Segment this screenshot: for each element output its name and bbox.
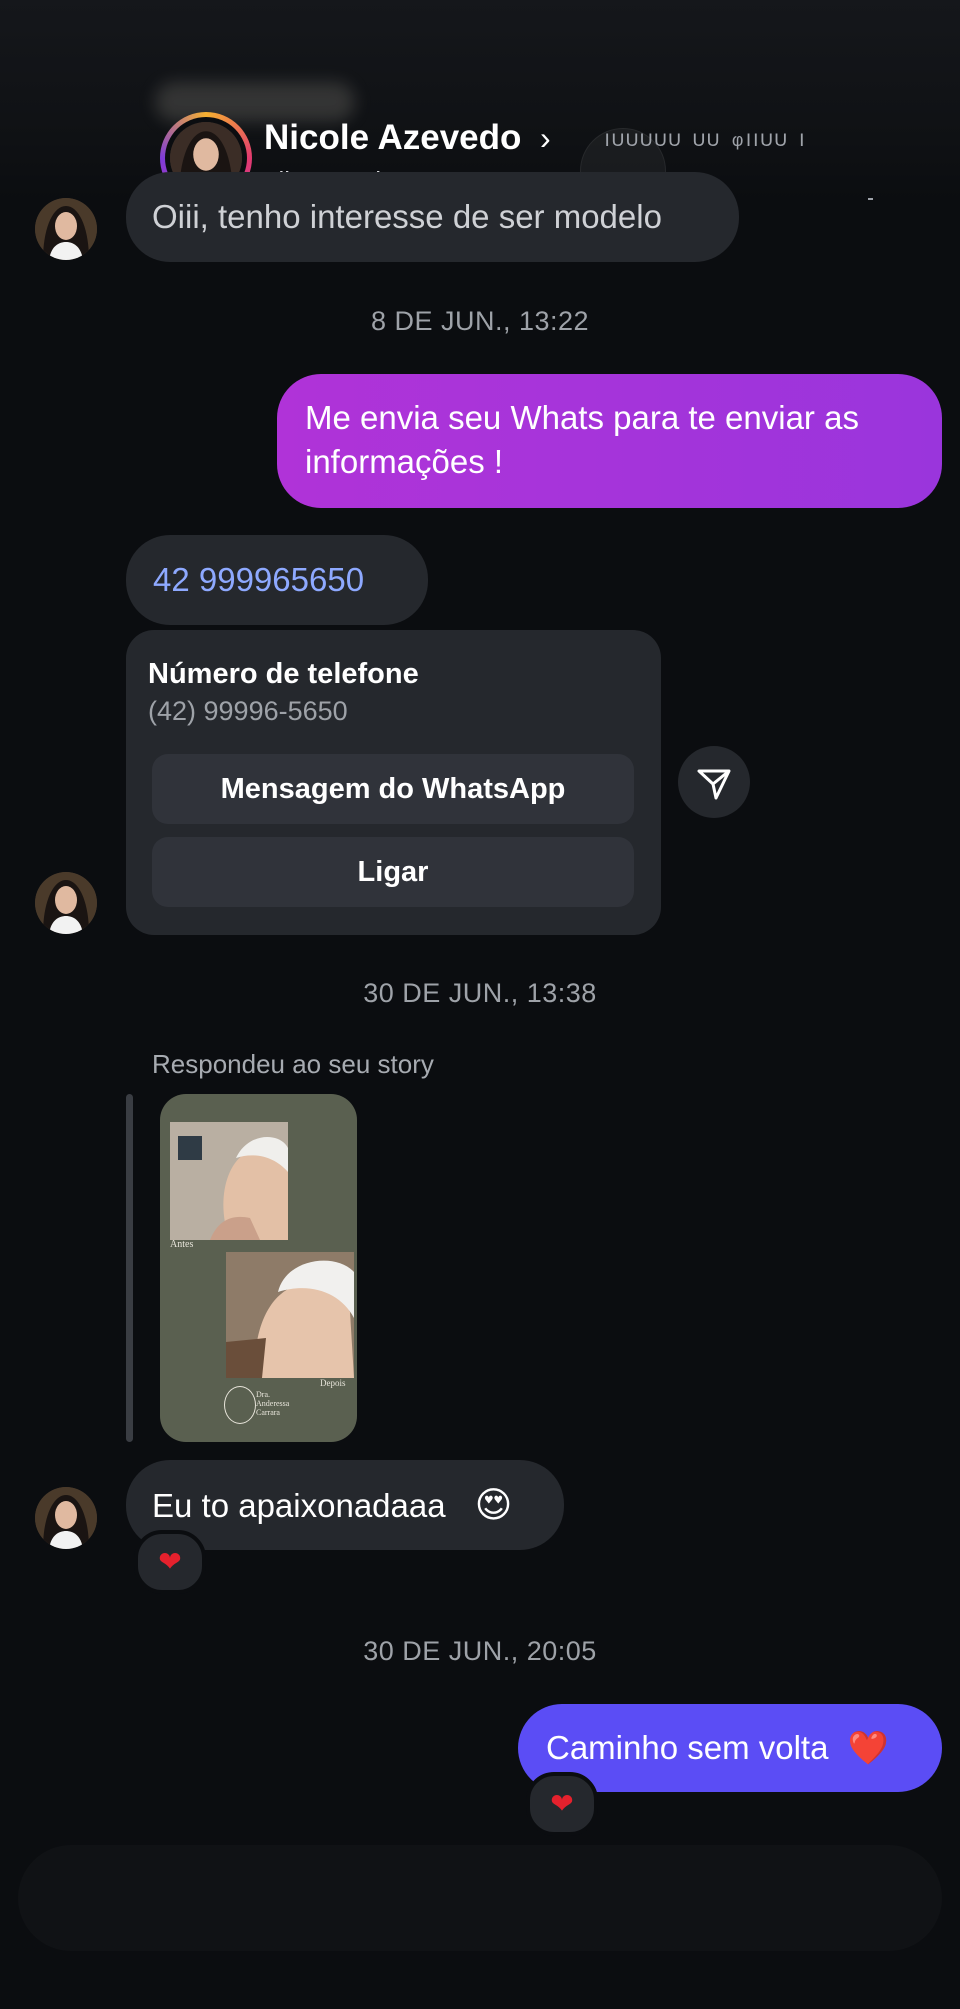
story-brand-logo bbox=[224, 1386, 256, 1424]
phone-number-card: Número de telefone (42) 99996-5650 Mensa… bbox=[126, 630, 661, 935]
story-brand-text: Dra. Anderessa Carrara bbox=[256, 1390, 290, 1417]
paper-plane-icon bbox=[697, 769, 731, 800]
heart-emoji: ❤️ bbox=[847, 1729, 889, 1766]
message-text: Eu to apaixonadaaa bbox=[152, 1487, 446, 1524]
timestamp: 30 DE JUN., 20:05 bbox=[363, 1636, 597, 1666]
story-photo-after bbox=[226, 1252, 354, 1378]
reply-indicator-bar bbox=[126, 1094, 133, 1442]
heart-icon: ❤ bbox=[158, 1546, 182, 1577]
story-label-before: Antes bbox=[170, 1239, 194, 1250]
message-bubble-outgoing[interactable]: Me envia seu Whats para te enviar as inf… bbox=[277, 374, 942, 508]
message-text: Oiii, tenho interesse de ser modelo bbox=[152, 198, 662, 235]
message-text-line: Me envia seu Whats para te enviar as bbox=[305, 399, 859, 436]
card-phone-number: (42) 99996-5650 bbox=[148, 696, 348, 726]
message-composer[interactable] bbox=[18, 1845, 942, 1951]
story-thumbnail[interactable]: Antes Depois Dra. Anderessa Carrara bbox=[160, 1094, 357, 1442]
story-photo-before bbox=[170, 1122, 288, 1240]
avatar[interactable] bbox=[35, 872, 97, 934]
phone-number-bubble[interactable]: 42 999965650 bbox=[126, 535, 428, 625]
avatar[interactable] bbox=[35, 198, 97, 260]
timestamp: 30 DE JUN., 13:38 bbox=[363, 978, 597, 1008]
header-background bbox=[0, 0, 960, 200]
avatar[interactable] bbox=[35, 1487, 97, 1549]
heart-icon: ❤ bbox=[550, 1788, 574, 1819]
call-button[interactable]: Ligar bbox=[152, 837, 634, 907]
card-title: Número de telefone bbox=[148, 658, 419, 690]
message-text-line: informações ! bbox=[305, 443, 504, 480]
chevron-right-icon[interactable]: › bbox=[540, 120, 551, 157]
message-text: Caminho sem volta bbox=[546, 1729, 829, 1766]
header-indicator bbox=[868, 198, 873, 200]
message-reaction[interactable]: ❤ bbox=[526, 1772, 598, 1836]
share-button[interactable] bbox=[678, 746, 750, 818]
whatsapp-message-button[interactable]: Mensagem do WhatsApp bbox=[152, 754, 634, 824]
obscured-header-text: ᴵᵁᵁᵁᵁᵁ ᵁᵁ ᵠᴵᴵᵁᵁ ᴵ bbox=[605, 128, 807, 158]
heart-eyes-emoji: 😍 bbox=[474, 1484, 513, 1525]
timestamp: 8 DE JUN., 13:22 bbox=[370, 306, 590, 336]
story-label-after: Depois bbox=[320, 1378, 346, 1388]
message-bubble-incoming[interactable]: Oiii, tenho interesse de ser modelo bbox=[126, 172, 739, 262]
message-reaction[interactable]: ❤ bbox=[134, 1530, 206, 1594]
phone-number-link[interactable]: 42 999965650 bbox=[153, 561, 364, 598]
story-reply-label: Respondeu ao seu story bbox=[152, 1049, 434, 1079]
contact-name[interactable]: Nicole Azevedo bbox=[264, 118, 521, 158]
